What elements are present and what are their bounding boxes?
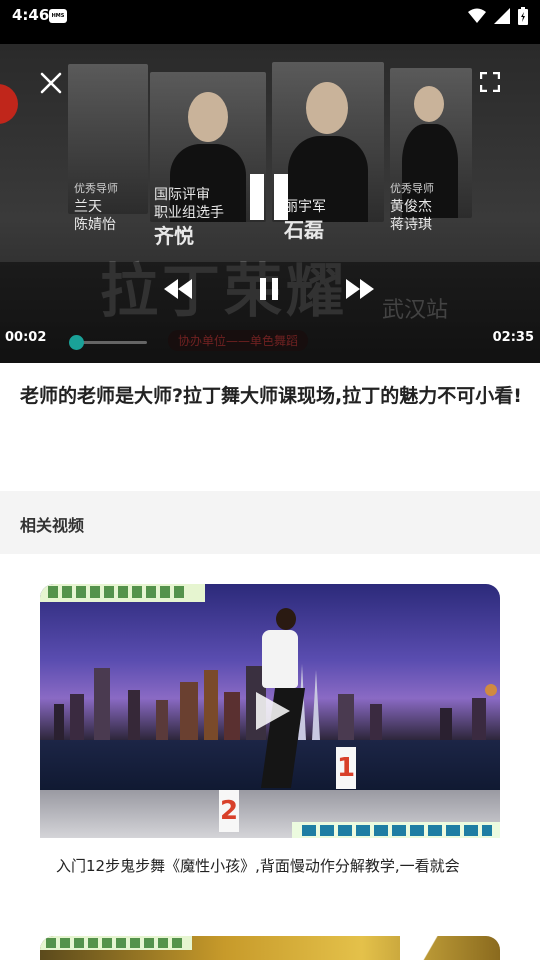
- status-icons: [468, 7, 528, 29]
- thumb-banner: [40, 936, 192, 950]
- pause-button[interactable]: [254, 274, 284, 304]
- status-time: 4:46: [12, 6, 50, 24]
- video-title: 老师的老师是大师?拉丁舞大师课现场,拉丁的魅力不可小看!: [20, 385, 522, 407]
- number-sign: 1: [336, 747, 356, 789]
- center-pause-button[interactable]: [244, 171, 294, 223]
- dancer: [262, 630, 298, 688]
- close-icon: [40, 72, 62, 94]
- fast-forward-icon: [346, 279, 374, 299]
- poster-label: 蒋诗琪: [390, 217, 432, 233]
- related-section-header: 相关视频: [0, 491, 540, 554]
- related-video-thumbnail[interactable]: 1 2: [40, 584, 500, 838]
- wifi-icon: [468, 8, 486, 28]
- signal-icon: [494, 8, 510, 28]
- hms-badge-icon: HMS: [49, 9, 67, 23]
- poster-label: 职业组选手: [154, 205, 224, 221]
- related-video-title[interactable]: 入门12步鬼步舞《魔性小孩》,背面慢动作分解教学,一看就会: [40, 854, 500, 878]
- related-video-card[interactable]: [40, 936, 500, 960]
- poster-label: 陈婧怡: [74, 217, 116, 233]
- pause-icon: [260, 278, 278, 300]
- thumb-overlay: [400, 936, 500, 960]
- current-time: 00:02: [5, 330, 47, 345]
- progress-thumb[interactable]: [68, 335, 84, 350]
- status-bar: 4:46 HMS: [0, 0, 540, 34]
- thumb-caption: [292, 822, 500, 838]
- pause-icon: [250, 174, 288, 220]
- fullscreen-button[interactable]: [476, 68, 504, 96]
- related-title: 相关视频: [20, 516, 85, 535]
- play-button[interactable]: [252, 690, 292, 732]
- fullscreen-icon: [480, 72, 500, 92]
- fast-forward-button[interactable]: [342, 274, 378, 304]
- poster-label: 兰天: [74, 199, 102, 215]
- battery-icon: [518, 7, 528, 29]
- video-player[interactable]: 优秀导师 兰天 陈婧怡 国际评审 职业组选手 齐悦 丽宇军 石磊 优秀导师 黄俊…: [0, 34, 540, 363]
- poster-label: 黄俊杰: [390, 199, 432, 215]
- poster-label: 优秀导师: [390, 182, 434, 195]
- dancer: [276, 608, 296, 630]
- related-video-thumbnail[interactable]: [40, 936, 500, 960]
- poster-label: 国际评审: [154, 187, 210, 203]
- related-video-card[interactable]: 1 2 入门12步鬼步舞《魔性小孩》,背面慢动作分解教学,一看就会: [40, 584, 500, 878]
- play-icon: [256, 692, 290, 730]
- rewind-icon: [164, 279, 192, 299]
- thumb-banner: [40, 584, 205, 602]
- number-sign: 2: [219, 790, 239, 832]
- progress-bar[interactable]: [68, 335, 147, 350]
- poster-logo: [0, 84, 18, 124]
- poster-label: 优秀导师: [74, 182, 118, 195]
- close-button[interactable]: [36, 68, 66, 98]
- rewind-button[interactable]: [160, 274, 196, 304]
- total-time: 02:35: [492, 330, 534, 345]
